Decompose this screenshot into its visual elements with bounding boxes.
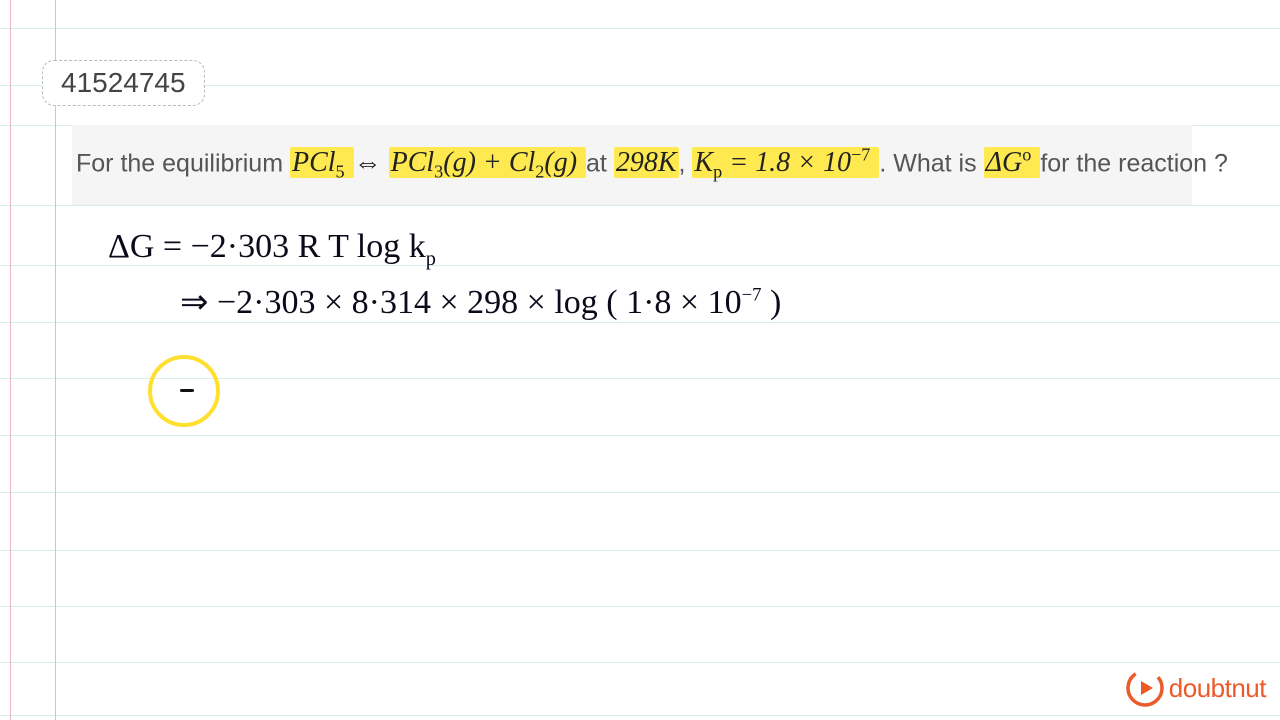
ruled-line xyxy=(0,715,1280,716)
margin-line xyxy=(55,0,56,720)
question-id-text: 41524745 xyxy=(61,67,186,98)
q-mid: . What is xyxy=(879,149,983,177)
ruled-line xyxy=(0,550,1280,551)
q-prefix: For the equilibrium xyxy=(76,149,283,177)
logo-icon xyxy=(1125,668,1165,708)
doubtnut-logo: doubtnut xyxy=(1125,668,1266,708)
q-at: at xyxy=(586,149,614,177)
ruled-line xyxy=(0,492,1280,493)
q-eq-rhs: PCl3(g) + Cl2(g) xyxy=(389,147,586,178)
handwriting-line-2: ⇒ −2·303 × 8·314 × 298 × log ( 1·8 × 10−… xyxy=(180,282,781,322)
q-suffix: for the reaction ? xyxy=(1040,149,1228,177)
q-kp: Kp = 1.8 × 10−7 xyxy=(692,147,879,178)
ruled-line xyxy=(0,28,1280,29)
question-id: 41524745 xyxy=(42,60,205,106)
ruled-line xyxy=(0,205,1280,206)
logo-text: doubtnut xyxy=(1169,673,1266,704)
handwriting-line-1: ΔG = −2·303 R T log kp xyxy=(108,228,436,271)
question-text: For the equilibrium PCl5 ⇔ PCl3(g) + Cl2… xyxy=(72,125,1192,205)
ruled-line xyxy=(0,662,1280,663)
q-dg: ΔGo xyxy=(984,147,1041,178)
yellow-circle-annotation xyxy=(148,355,220,427)
q-arrow: ⇔ xyxy=(354,147,382,178)
ruled-line xyxy=(0,322,1280,323)
q-temp: 298K xyxy=(614,147,679,178)
margin-line xyxy=(10,0,11,720)
ruled-line xyxy=(0,606,1280,607)
ruled-line xyxy=(0,435,1280,436)
q-eq-lhs: PCl5 xyxy=(290,147,354,178)
